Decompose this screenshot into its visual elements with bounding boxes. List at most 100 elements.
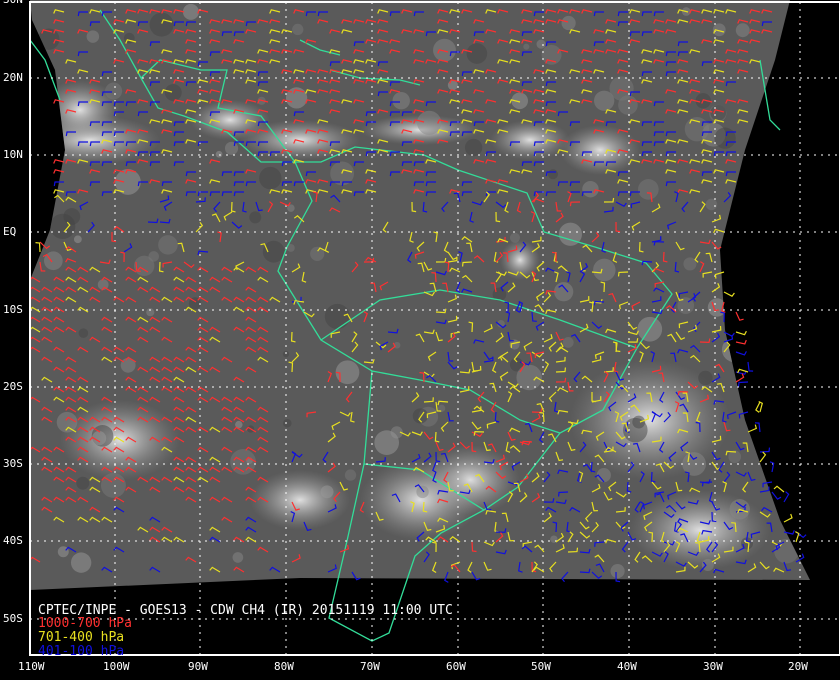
cloud [164, 84, 182, 101]
cloud [78, 328, 89, 338]
wind-barb [735, 373, 745, 383]
cloud [516, 364, 542, 391]
cloud [683, 257, 697, 271]
cloud [335, 360, 360, 385]
cloud [500, 240, 540, 280]
legend-low-level: 1000-700 hPa [38, 617, 132, 631]
wind-barb [783, 491, 790, 503]
cloud [146, 308, 155, 317]
cloud [70, 552, 92, 573]
cloud [541, 44, 562, 65]
wind-barb [747, 424, 758, 433]
lat-label: EQ [3, 225, 17, 238]
lon-label: 30W [703, 660, 723, 673]
lon-label: 100W [103, 660, 130, 673]
cloud [523, 43, 530, 50]
legend-high-level: 401-100 hPa [38, 645, 124, 659]
wind-barb [735, 339, 747, 345]
lon-label: 50W [531, 660, 551, 673]
wind-barb [795, 531, 800, 543]
cloud [215, 150, 223, 158]
lon-label: 60W [446, 660, 466, 673]
cloud [562, 337, 574, 348]
wind-barb [747, 361, 754, 372]
wind-barb [771, 491, 782, 500]
cloud [133, 255, 155, 277]
lat-label: 50S [3, 612, 23, 625]
cloud [344, 469, 357, 481]
lon-label: 20W [788, 660, 808, 673]
cloud [374, 430, 400, 455]
cloud [774, 538, 799, 564]
cloud [759, 327, 768, 337]
wind-barb [723, 291, 735, 297]
cloud [392, 91, 410, 110]
satellite-map [29, 0, 840, 656]
cloud [360, 460, 480, 540]
wind-barb [783, 513, 793, 523]
wind-barb [738, 381, 749, 387]
cloud [714, 127, 736, 149]
lon-label: 40W [617, 660, 637, 673]
cloud [50, 213, 76, 239]
cloud [698, 370, 713, 386]
cloud [262, 240, 285, 263]
cloud [232, 552, 244, 563]
cloud [320, 485, 334, 499]
wind-barb [735, 330, 747, 336]
cloud [123, 32, 135, 44]
wind-barb [53, 159, 65, 164]
cloud [582, 180, 599, 198]
cloud [249, 211, 262, 224]
cloud [707, 298, 727, 317]
cloud [259, 166, 282, 190]
wind-barb [769, 461, 775, 473]
wind-barb [35, 242, 41, 253]
cloud [536, 39, 546, 49]
cloud [560, 125, 640, 175]
lat-label: 30N [3, 0, 23, 6]
lat-label: 10S [3, 303, 23, 316]
cloud [324, 303, 350, 330]
wind-barb [759, 451, 767, 463]
cloud [466, 43, 488, 64]
cloud [618, 95, 638, 115]
cloud [747, 191, 766, 211]
cloud [100, 472, 126, 498]
legend-label: 1000-700 hPa [38, 616, 132, 631]
cloud [464, 138, 483, 157]
cloud [105, 82, 123, 100]
cloud [158, 235, 178, 255]
cloud [632, 415, 646, 429]
wind-barb [735, 311, 744, 321]
cloud [509, 232, 521, 243]
cloud [778, 329, 803, 354]
cloud [86, 30, 100, 43]
cloud [149, 12, 174, 37]
cloud [490, 120, 570, 160]
lat-label: 40S [3, 534, 23, 547]
cloud [705, 198, 718, 211]
cloud [292, 23, 304, 36]
lon-label: 110W [18, 660, 45, 673]
cloud [789, 176, 806, 194]
cloud [433, 38, 456, 62]
cloud [554, 282, 574, 302]
legend-label: 401-100 hPa [38, 644, 125, 659]
cloud [701, 558, 714, 572]
cloud [610, 563, 625, 579]
cloud [710, 105, 727, 121]
lon-label: 70W [360, 660, 380, 673]
cloud [224, 141, 239, 155]
cloud [73, 235, 82, 244]
lon-label: 90W [188, 660, 208, 673]
cloud [416, 485, 429, 499]
wind-barb [735, 351, 747, 356]
cloud [735, 23, 750, 38]
legend-mid-level: 701-400 hPa [38, 631, 124, 645]
cloud [182, 3, 199, 20]
cloud [593, 258, 616, 282]
cloud [561, 15, 576, 31]
cloud [638, 179, 659, 200]
lat-label: 10N [3, 148, 23, 161]
